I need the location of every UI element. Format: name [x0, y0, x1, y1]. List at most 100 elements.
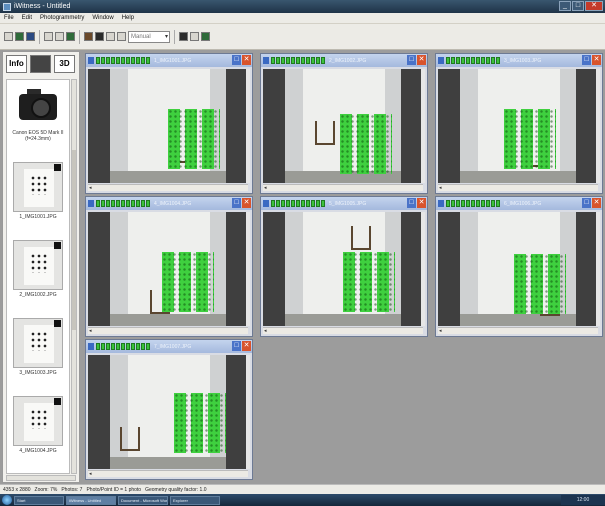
save-icon[interactable] — [26, 32, 35, 41]
photo-maximize-button[interactable]: □ — [232, 198, 241, 208]
photo-horizontal-scrollbar[interactable]: ◂ — [263, 184, 423, 191]
target-stand — [351, 226, 371, 250]
photo-vertical-scrollbar[interactable] — [246, 69, 250, 183]
photo-horizontal-scrollbar[interactable]: ◂ — [88, 470, 248, 477]
photo-close-button[interactable]: ✕ — [242, 341, 251, 351]
quality-bar — [471, 57, 475, 64]
thumbnail-item[interactable]: 3_IMG1003.JPG — [7, 314, 69, 392]
photo-vertical-scrollbar[interactable] — [596, 212, 600, 326]
menu-help[interactable]: Help — [122, 15, 134, 21]
photo-window[interactable]: 3_IMG1003.JPG □ ✕ ◂ — [435, 53, 603, 194]
photo-window[interactable]: 2_IMG1002.JPG □ ✕ ◂ — [260, 53, 428, 194]
photo-window-titlebar[interactable]: 4_IMG1004.JPG □ ✕ — [86, 197, 252, 210]
start-button[interactable] — [2, 495, 12, 505]
referencing-icon[interactable] — [66, 32, 75, 41]
menu-file[interactable]: File — [4, 15, 14, 21]
photo-window-titlebar[interactable]: 3_IMG1003.JPG □ ✕ — [436, 54, 602, 67]
photo-close-button[interactable]: ✕ — [592, 198, 601, 208]
photo-close-button[interactable]: ✕ — [242, 55, 251, 65]
taskbar-item[interactable]: Start — [14, 495, 64, 505]
measure-icon[interactable] — [106, 32, 115, 41]
compute-icon[interactable] — [84, 32, 93, 41]
photo-canvas[interactable] — [88, 69, 248, 183]
menu-photogrammetry[interactable]: Photogrammetry — [40, 15, 84, 21]
photo-vertical-scrollbar[interactable] — [421, 69, 425, 183]
photo-close-button[interactable]: ✕ — [417, 198, 426, 208]
thumbnail-scrollbar[interactable] — [71, 79, 77, 474]
export-icon[interactable] — [201, 32, 210, 41]
quality-bar — [461, 200, 465, 207]
photo-maximize-button[interactable]: □ — [232, 55, 241, 65]
quality-bar — [451, 57, 455, 64]
tab-photos[interactable] — [30, 55, 51, 73]
photo-maximize-button[interactable]: □ — [407, 198, 416, 208]
green-targets — [340, 114, 392, 174]
photo-close-button[interactable]: ✕ — [592, 55, 601, 65]
redo-icon[interactable] — [55, 32, 64, 41]
taskbar-item[interactable]: Document - Microsoft Word — [118, 495, 168, 505]
photo-vertical-scrollbar[interactable] — [246, 355, 250, 469]
photo-icon — [438, 57, 444, 64]
maximize-button[interactable]: □ — [572, 1, 584, 11]
photo-horizontal-scrollbar[interactable]: ◂ — [263, 327, 423, 334]
undo-icon[interactable] — [44, 32, 53, 41]
photo-canvas[interactable] — [88, 355, 248, 469]
photo-window-titlebar[interactable]: 6_IMG1006.JPG □ ✕ — [436, 197, 602, 210]
photo-close-button[interactable]: ✕ — [417, 55, 426, 65]
photo-vertical-scrollbar[interactable] — [596, 69, 600, 183]
taskbar-item[interactable]: iWitness - Untitled — [66, 495, 116, 505]
quality-bar — [306, 200, 310, 207]
taskbar-item[interactable]: Explorer — [170, 495, 220, 505]
quality-bar — [496, 57, 500, 64]
photo-canvas[interactable] — [88, 212, 248, 326]
photo-window-titlebar[interactable]: 1_IMG1001.JPG □ ✕ — [86, 54, 252, 67]
photo-image — [285, 212, 401, 326]
photo-horizontal-scrollbar[interactable]: ◂ — [438, 184, 598, 191]
photo-window[interactable]: 4_IMG1004.JPG □ ✕ ◂ — [85, 196, 253, 337]
menu-window[interactable]: Window — [92, 15, 113, 21]
photo-window[interactable]: 6_IMG1006.JPG □ ✕ ◂ — [435, 196, 603, 337]
new-icon[interactable] — [4, 32, 13, 41]
quality-bar — [306, 57, 310, 64]
photo-close-button[interactable]: ✕ — [242, 198, 251, 208]
photo-canvas[interactable] — [438, 69, 598, 183]
check-icon[interactable] — [190, 32, 199, 41]
photo-canvas[interactable] — [263, 212, 423, 326]
quality-bar — [146, 57, 150, 64]
tab-info[interactable]: Info — [6, 55, 27, 73]
photo-window-titlebar[interactable]: 5_IMG1005.JPG □ ✕ — [261, 197, 427, 210]
bundle-icon[interactable] — [95, 32, 104, 41]
photo-maximize-button[interactable]: □ — [407, 55, 416, 65]
targets-icon[interactable] — [179, 32, 188, 41]
panel-horizontal-scrollbar[interactable] — [6, 475, 76, 481]
photo-window-titlebar[interactable]: 2_IMG1002.JPG □ ✕ — [261, 54, 427, 67]
photo-vertical-scrollbar[interactable] — [421, 212, 425, 326]
mode-dropdown[interactable]: Manual — [128, 30, 170, 43]
photo-horizontal-scrollbar[interactable]: ◂ — [88, 184, 248, 191]
photo-horizontal-scrollbar[interactable]: ◂ — [438, 327, 598, 334]
photo-canvas[interactable] — [438, 212, 598, 326]
thumbnail-item[interactable]: 2_IMG1002.JPG — [7, 236, 69, 314]
photo-window[interactable]: 7_IMG1007.JPG □ ✕ ◂ — [85, 339, 253, 480]
camera-item[interactable]: Canon EOS 5D Mark II (f=24.3mm) — [7, 80, 69, 158]
close-button[interactable]: ✕ — [585, 1, 603, 11]
tab-3d[interactable]: 3D — [54, 55, 75, 73]
open-icon[interactable] — [15, 32, 24, 41]
photo-vertical-scrollbar[interactable] — [246, 212, 250, 326]
photo-window[interactable]: 1_IMG1001.JPG □ ✕ ◂ — [85, 53, 253, 194]
photo-canvas[interactable] — [263, 69, 423, 183]
photo-window[interactable]: 5_IMG1005.JPG □ ✕ ◂ — [260, 196, 428, 337]
photo-maximize-button[interactable]: □ — [582, 55, 591, 65]
photo-horizontal-scrollbar[interactable]: ◂ — [88, 327, 248, 334]
mode-icon[interactable] — [117, 32, 126, 41]
quality-bar — [141, 57, 145, 64]
quality-bar — [131, 57, 135, 64]
photo-maximize-button[interactable]: □ — [232, 341, 241, 351]
photo-window-titlebar[interactable]: 7_IMG1007.JPG □ ✕ — [86, 340, 252, 353]
thumbnail-item[interactable]: 4_IMG1004.JPG — [7, 392, 69, 470]
photo-maximize-button[interactable]: □ — [582, 198, 591, 208]
quality-indicator — [271, 200, 325, 207]
thumbnail-item[interactable]: 1_IMG1001.JPG — [7, 158, 69, 236]
menu-edit[interactable]: Edit — [22, 15, 32, 21]
minimize-button[interactable]: _ — [559, 1, 571, 11]
